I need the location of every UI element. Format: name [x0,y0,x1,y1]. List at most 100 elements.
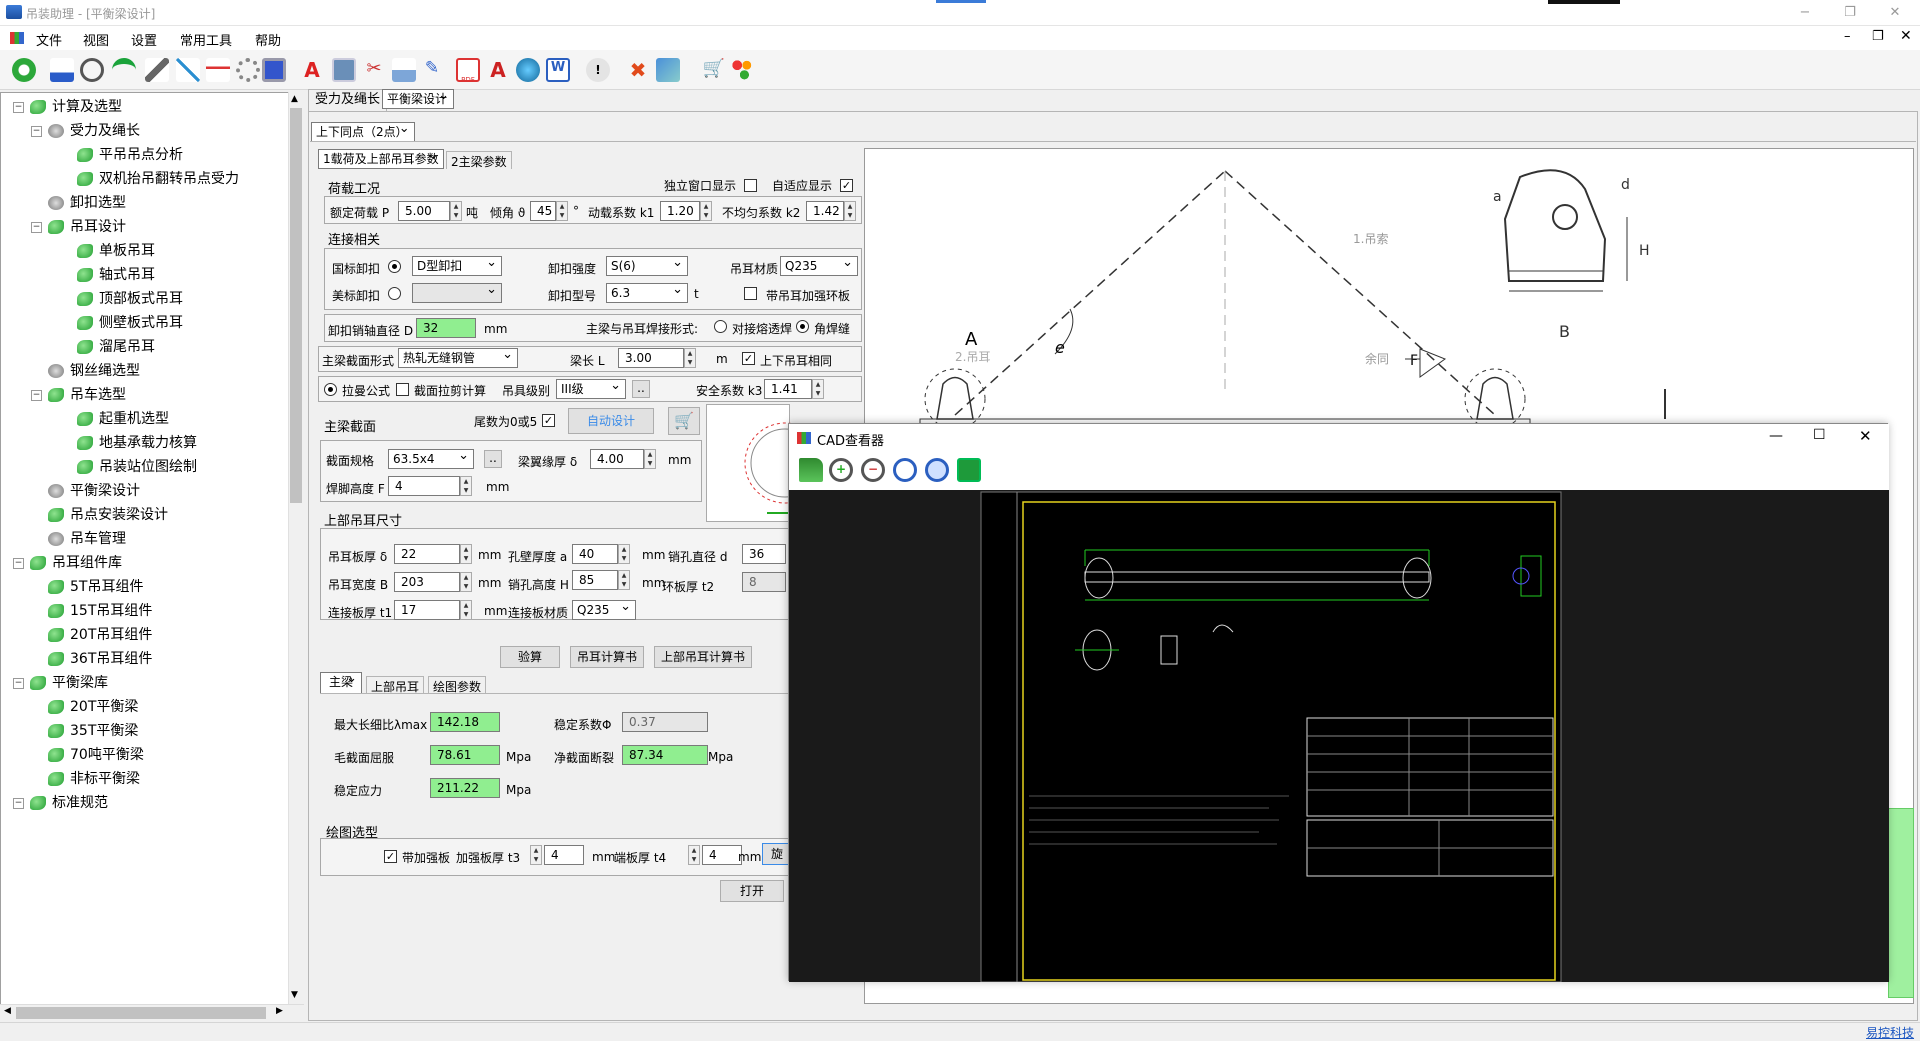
tab-two-point[interactable]: 上下同点（2点） [311,120,415,142]
hole-wall-spinner[interactable]: ▲ ▼ [618,544,630,564]
force-icon[interactable] [50,58,74,82]
tree-item[interactable]: 顶部板式吊耳 [53,288,183,310]
pin-hole-input[interactable]: 36 [742,544,786,564]
end-plate-input[interactable]: 4 [702,845,742,865]
scroll-left-icon[interactable]: ◀ [4,1006,11,1016]
flange-thickness-spinner[interactable]: ▲ ▼ [644,449,656,469]
reinforce-plate-checkbox[interactable]: ✓ [384,850,397,863]
rated-load-input[interactable]: 5.00 [398,201,450,221]
tree-item[interactable]: 吊点安装梁设计 [31,504,168,526]
tree-item[interactable]: 单板吊耳 [53,240,155,262]
acrobat-icon[interactable]: A [486,58,510,82]
menu-help[interactable]: 帮助 [255,30,281,49]
independent-window-checkbox[interactable] [744,179,757,192]
tree-item[interactable]: − 平衡梁库 [13,672,108,694]
tools-icon[interactable]: ✖ [626,58,650,82]
tree-item[interactable]: 侧壁板式吊耳 [53,312,183,334]
close-button[interactable]: ✕ [1880,3,1910,23]
cad-minimize-button[interactable]: — [1769,428,1783,444]
mdi-restore-button[interactable]: ❐ [1872,29,1884,44]
uneven-factor-spinner[interactable]: ▲ ▼ [844,201,856,221]
dynamic-factor-spinner[interactable]: ▲ ▼ [700,201,712,221]
flange-thickness-input[interactable]: 4.00 [590,449,644,469]
beam-form-select[interactable]: 热轧无缝钢管 [398,346,518,368]
tree-item[interactable]: 平衡梁设计 [31,480,140,502]
crane-icon[interactable] [176,58,200,82]
zoom-in-icon[interactable]: + [829,458,853,482]
tree-item[interactable]: − 吊耳设计 [31,216,126,238]
zoom-out-icon[interactable]: − [861,458,885,482]
scroll-up-icon[interactable]: ▲ [291,94,298,104]
minimize-button[interactable]: − [1790,3,1820,23]
plugin-icon[interactable] [730,58,754,82]
uneven-factor-input[interactable]: 1.42 [806,201,844,221]
tab-balance-beam[interactable]: 平衡梁设计 [382,87,455,109]
pen-icon[interactable]: ✎ [420,58,444,82]
pin-height-input[interactable]: 85 [572,570,618,590]
tree-item[interactable]: 20T吊耳组件 [31,624,152,646]
pin-diameter-input[interactable]: 32 [416,318,476,338]
tab-result-drawing[interactable]: 绘图参数 [428,676,487,694]
angle-input[interactable]: 45 [530,201,556,221]
tab-beam-params[interactable]: 2主梁参数 [446,151,512,169]
tree-item[interactable]: 70吨平衡梁 [31,744,144,766]
cad-close-button[interactable]: ✕ [1859,427,1872,445]
tree-item[interactable]: 钢丝绳选型 [31,360,140,382]
cad-canvas[interactable] [789,490,1889,983]
calculator-icon[interactable] [332,58,356,82]
tree-item[interactable]: 卸扣选型 [31,192,126,214]
tab-load-params[interactable]: 1载荷及上部吊耳参数 [318,147,444,169]
export-icon[interactable] [656,58,680,82]
hole-wall-input[interactable]: 40 [572,544,618,564]
pin-height-spinner[interactable]: ▲ ▼ [618,570,630,590]
tree-item[interactable]: 35T平衡梁 [31,720,138,742]
reinforce-thickness-spinner[interactable]: ▲ ▼ [530,845,542,865]
scissors-icon[interactable]: ✂ [362,58,386,82]
ring-plate-checkbox[interactable] [744,287,757,300]
maximize-button[interactable]: ❐ [1835,3,1865,23]
open-button[interactable]: 打开 [720,880,784,902]
lug-material-select[interactable]: Q235 [780,254,858,276]
scroll-right-icon[interactable]: ▶ [276,1006,283,1016]
shear-checkbox[interactable] [396,383,409,396]
cad-maximize-button[interactable]: ☐ [1813,427,1826,443]
tree-item[interactable]: 吊车管理 [31,528,126,550]
tab-result-upper[interactable]: 上部吊耳 [366,676,425,694]
beam-length-spinner[interactable]: ▲ ▼ [684,348,696,368]
upper-lug-report-button[interactable]: 上部吊耳计算书 [654,646,752,668]
scroll-down-icon[interactable]: ▼ [291,990,298,1000]
angle-spinner[interactable]: ▲ ▼ [556,201,568,221]
safety-factor-spinner[interactable]: ▲ ▼ [812,379,824,399]
fillet-weld-radio[interactable] [796,320,809,333]
shackle-type-select[interactable]: D型卸扣 [412,254,502,276]
lug-thickness-input[interactable]: 22 [394,544,460,564]
tree-item[interactable]: 轴式吊耳 [53,264,155,286]
adaptive-checkbox[interactable]: ✓ [840,179,853,192]
lug-width-spinner[interactable]: ▲ ▼ [460,572,472,592]
tree-item[interactable]: − 计算及选型 [13,96,122,118]
butt-weld-radio[interactable] [714,320,727,333]
menu-settings[interactable]: 设置 [131,30,157,49]
expand-icon[interactable]: − [31,125,42,137]
menu-file[interactable]: 文件 [36,30,62,49]
auto-design-button[interactable]: 自动设计 [568,408,654,434]
gb-shackle-radio[interactable] [388,260,401,273]
cart-button[interactable]: 🛒 [668,407,700,435]
shackle-grade-select[interactable]: S(6) [606,254,688,276]
reinforce-thickness-input[interactable]: 4 [544,845,584,865]
tree-item[interactable]: 吊装站位图绘制 [53,456,197,478]
zoom-window-icon[interactable] [893,458,917,482]
mdi-minimize-button[interactable]: – [1844,29,1851,44]
tree-item[interactable]: 非标平衡梁 [31,768,140,790]
weld-height-spinner[interactable]: ▲ ▼ [460,476,472,496]
tree-item[interactable]: 双机抬吊翻转吊点受力 [53,168,239,190]
expand-icon[interactable]: − [13,101,24,113]
word-icon[interactable]: W [546,58,570,82]
tail-digit-checkbox[interactable]: ✓ [542,414,555,427]
mdi-close-button[interactable]: ✕ [1900,28,1912,44]
expand-icon[interactable]: − [31,221,42,233]
shackle-model-select[interactable]: 6.3 [606,281,688,303]
tab-result-main[interactable]: 主梁 [320,670,363,694]
tree-item[interactable]: 平吊吊点分析 [53,144,183,166]
tree-hscroll-thumb[interactable] [16,1007,266,1019]
